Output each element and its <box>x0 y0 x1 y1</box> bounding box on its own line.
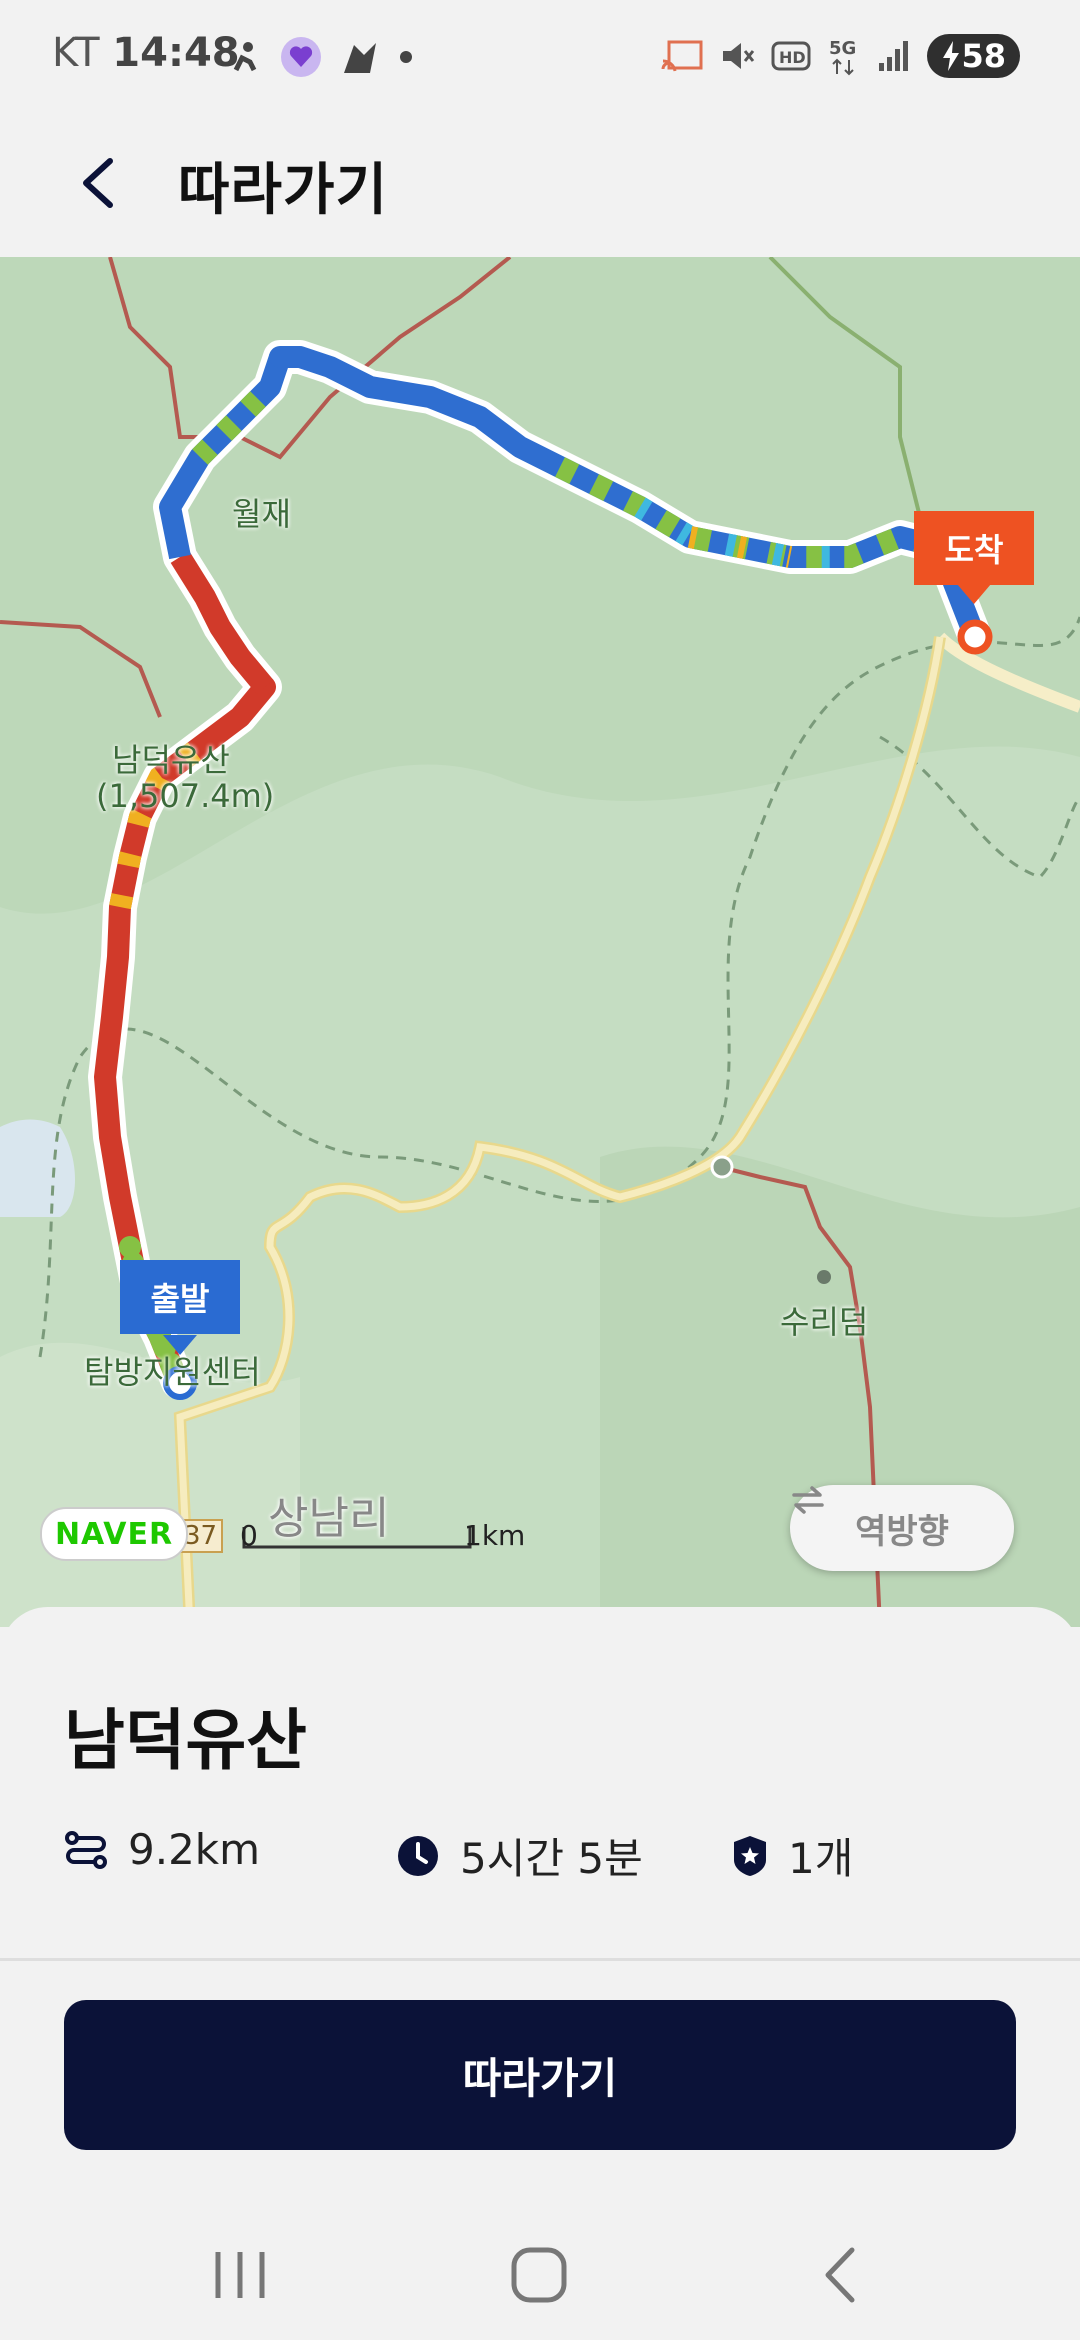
carrier-name: KT <box>52 30 100 76</box>
page-title: 따라가기 <box>178 158 389 223</box>
clock-icon <box>398 1835 438 1876</box>
home-icon <box>511 2247 567 2303</box>
map-label-peak: 남덕유산 <box>112 741 230 779</box>
clock-time: 14:48 <box>112 30 240 76</box>
recents-button[interactable] <box>200 2240 280 2310</box>
follow-button[interactable]: 따라가기 <box>64 2000 1016 2150</box>
scale-min: 0 <box>240 1519 258 1552</box>
distance-stat: 9.2km <box>64 1825 260 1874</box>
scale-max: 1km <box>464 1519 526 1552</box>
mute-icon <box>723 43 755 69</box>
map-label-pass: 월재 <box>232 495 291 533</box>
cast-icon <box>661 40 703 72</box>
home-button[interactable] <box>500 2240 580 2310</box>
reverse-direction-label: 역방향 <box>855 1511 949 1552</box>
recents-icon <box>215 2252 265 2298</box>
back-arrow-icon <box>83 158 113 208</box>
5g-icon: 5G <box>829 38 857 76</box>
swap-icon <box>792 1486 824 1514</box>
back-button[interactable] <box>70 153 130 213</box>
naver-logo: NAVER <box>40 1507 188 1561</box>
checkpoint-count: 1개 <box>788 1834 854 1883</box>
svg-text:HD: HD <box>779 48 806 67</box>
scale-bar: 0 1km <box>240 1519 525 1552</box>
app-bar: 따라가기 <box>0 115 1080 257</box>
route-map[interactable]: 출발 도착 월재 남덕유산 (1,507.4m) 탐방지원센터 수리덤 상남리 … <box>0 257 1080 1627</box>
notification-icons <box>228 36 414 78</box>
reverse-direction-button[interactable]: 역방향 <box>790 1485 1014 1571</box>
map-label-village: 상남리 <box>268 1493 390 1544</box>
badge-icon <box>734 1835 766 1876</box>
svg-text:5G: 5G <box>829 38 856 59</box>
charging-icon <box>943 41 960 71</box>
map-label-dam: 수리덤 <box>780 1303 869 1341</box>
system-icons: HD 5G 58 <box>661 34 1020 78</box>
map-label-center: 탐방지원센터 <box>84 1353 261 1391</box>
battery-indicator: 58 <box>927 34 1020 78</box>
duration-stat: 5시간 5분 <box>396 1825 643 1886</box>
nav-back-button[interactable] <box>800 2240 880 2310</box>
heart-app-icon <box>281 37 321 77</box>
route-stats: 9.2km 5시간 5분 1개 <box>64 1825 1064 1895</box>
divider <box>0 1958 1080 1961</box>
map-canvas <box>0 257 1080 1627</box>
signal-icon <box>879 41 909 71</box>
distance-value: 9.2km <box>128 1825 261 1874</box>
checkpoint-stat: 1개 <box>732 1825 853 1886</box>
system-nav-bar <box>0 2210 1080 2340</box>
runner-icon <box>233 42 257 72</box>
status-carrier: KT 14:48 <box>52 30 240 76</box>
end-marker[interactable]: 도착 <box>914 511 1034 585</box>
start-marker[interactable]: 출발 <box>120 1260 240 1334</box>
distance-icon <box>65 1830 107 1869</box>
battery-level: 58 <box>961 37 1006 75</box>
nav-back-icon <box>825 2247 855 2303</box>
route-name: 남덕유산 <box>64 1702 307 1779</box>
hd-icon: HD <box>771 41 811 71</box>
app-logo-icon <box>344 43 376 73</box>
map-label-peak-altitude: (1,507.4m) <box>96 777 275 815</box>
status-bar: KT 14:48 HD 5G 58 <box>0 0 1080 115</box>
duration-value: 5시간 5분 <box>460 1834 643 1883</box>
dot-icon <box>400 51 412 63</box>
